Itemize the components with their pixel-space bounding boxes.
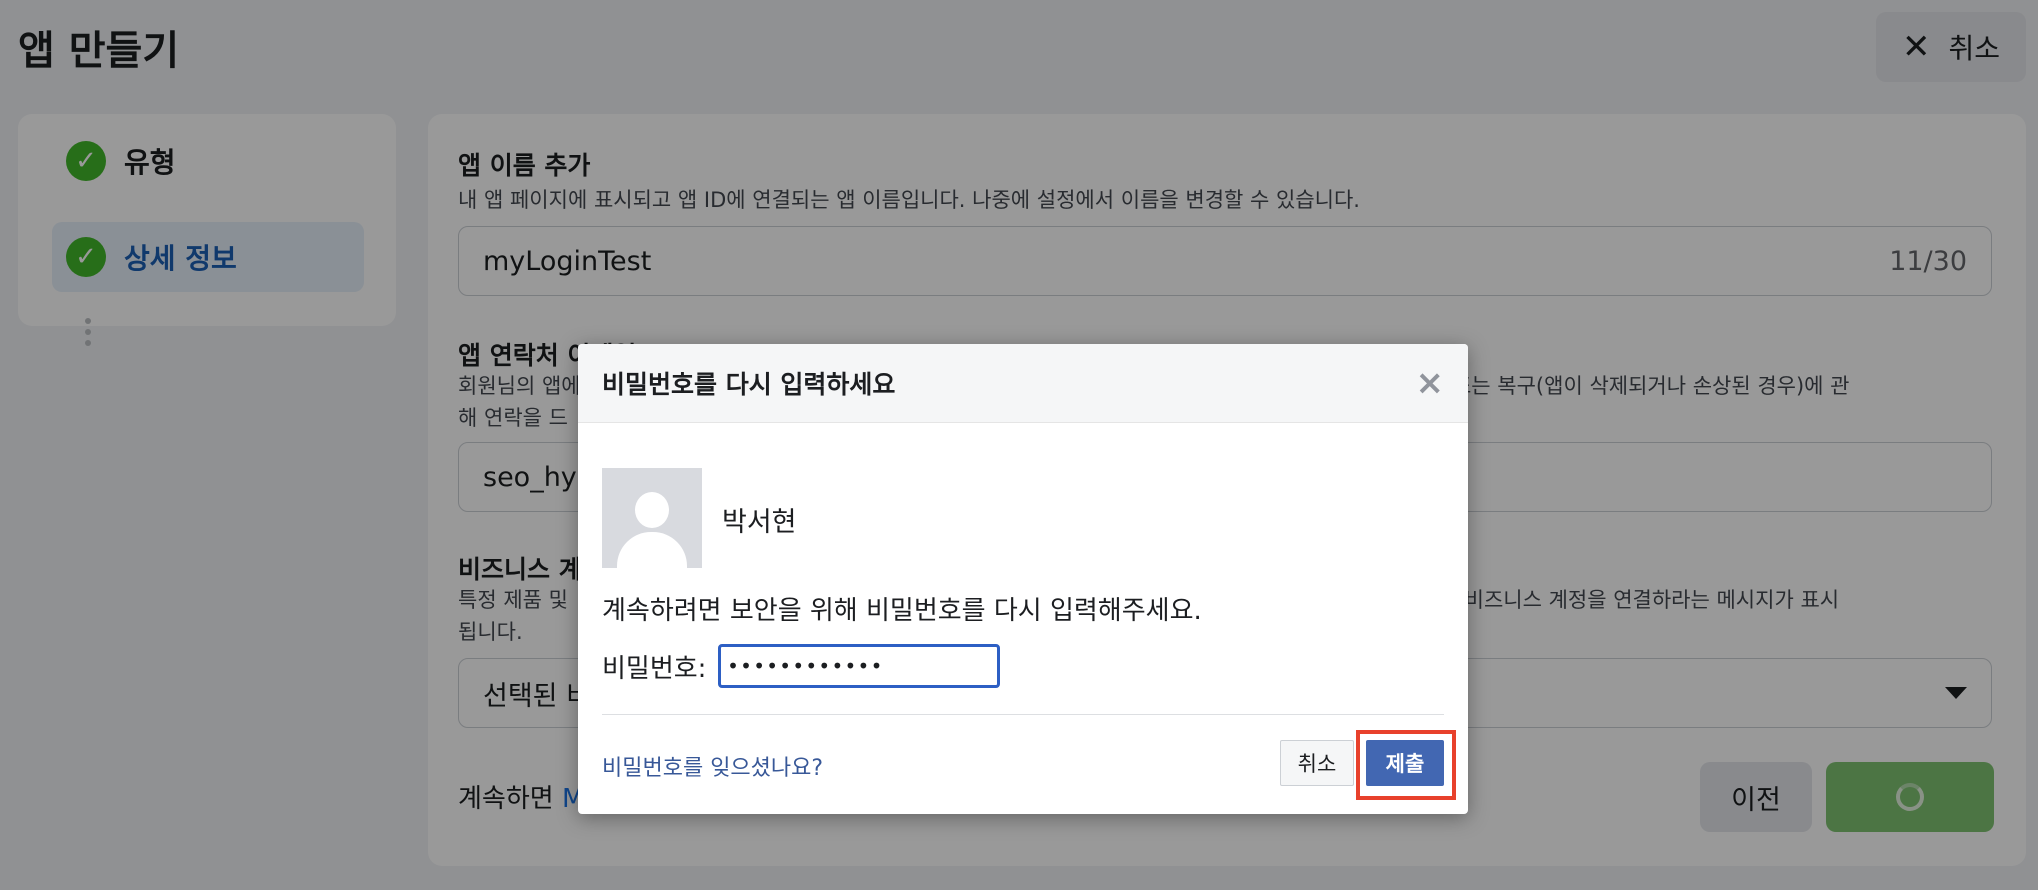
- close-icon[interactable]: ×: [1416, 363, 1445, 403]
- avatar: [602, 468, 702, 568]
- reauth-instruction: 계속하려면 보안을 위해 비밀번호를 다시 입력해주세요.: [602, 596, 1202, 626]
- dialog-header: 비밀번호를 다시 입력하세요 ×: [578, 344, 1468, 423]
- divider: [602, 714, 1444, 715]
- password-input[interactable]: [718, 644, 1000, 688]
- user-name: 박서현: [722, 507, 797, 538]
- dialog-cancel-button[interactable]: 취소: [1280, 740, 1354, 786]
- password-label: 비밀번호:: [602, 654, 707, 684]
- reauth-dialog: 비밀번호를 다시 입력하세요 × 박서현 계속하려면 보안을 위해 비밀번호를 …: [578, 344, 1468, 814]
- submit-highlight-box: [1356, 730, 1456, 800]
- forgot-password-link[interactable]: 비밀번호를 잊으셨나요?: [602, 750, 823, 782]
- dialog-title: 비밀번호를 다시 입력하세요: [602, 370, 896, 399]
